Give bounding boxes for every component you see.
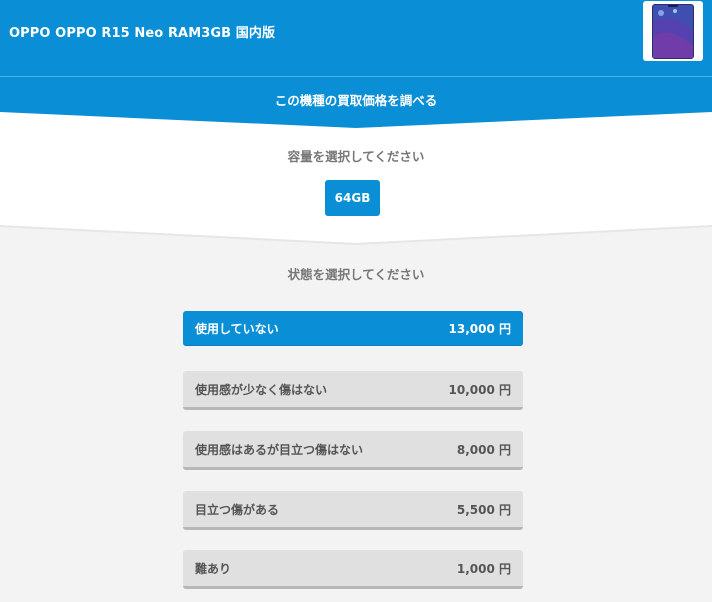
condition-section-title: 状態を選択してください (287, 267, 425, 282)
condition-price: 10,000 円 (448, 383, 512, 397)
capacity-section-title: 容量を選択してください (287, 149, 425, 164)
condition-label: 難あり (195, 562, 232, 576)
condition-option-visible-scratches[interactable]: 目立つ傷がある 5,500 円 (183, 491, 523, 530)
condition-label: 使用感が少なく傷はない (195, 383, 328, 397)
condition-label: 使用していない (195, 322, 279, 336)
price-check-banner-background (0, 77, 712, 128)
condition-option-damaged[interactable]: 難あり 1,000 円 (183, 550, 523, 589)
condition-price: 13,000 円 (448, 322, 512, 336)
condition-label: 目立つ傷がある (195, 503, 280, 517)
capacity-option-64gb[interactable]: 64GB (325, 180, 380, 216)
condition-price: 1,000 円 (456, 562, 511, 576)
condition-label: 使用感はあるが目立つ傷はない (195, 443, 364, 457)
condition-option-used-no-visible-scratches[interactable]: 使用感はあるが目立つ傷はない 8,000 円 (183, 431, 523, 470)
condition-option-slightly-used[interactable]: 使用感が少なく傷はない 10,000 円 (183, 371, 523, 410)
price-check-banner: この機種の買取価格を調べる (274, 93, 438, 108)
condition-price: 5,500 円 (456, 503, 511, 517)
condition-price: 8,000 円 (456, 443, 511, 457)
condition-option-unused[interactable]: 使用していない 13,000 円 (183, 311, 523, 346)
